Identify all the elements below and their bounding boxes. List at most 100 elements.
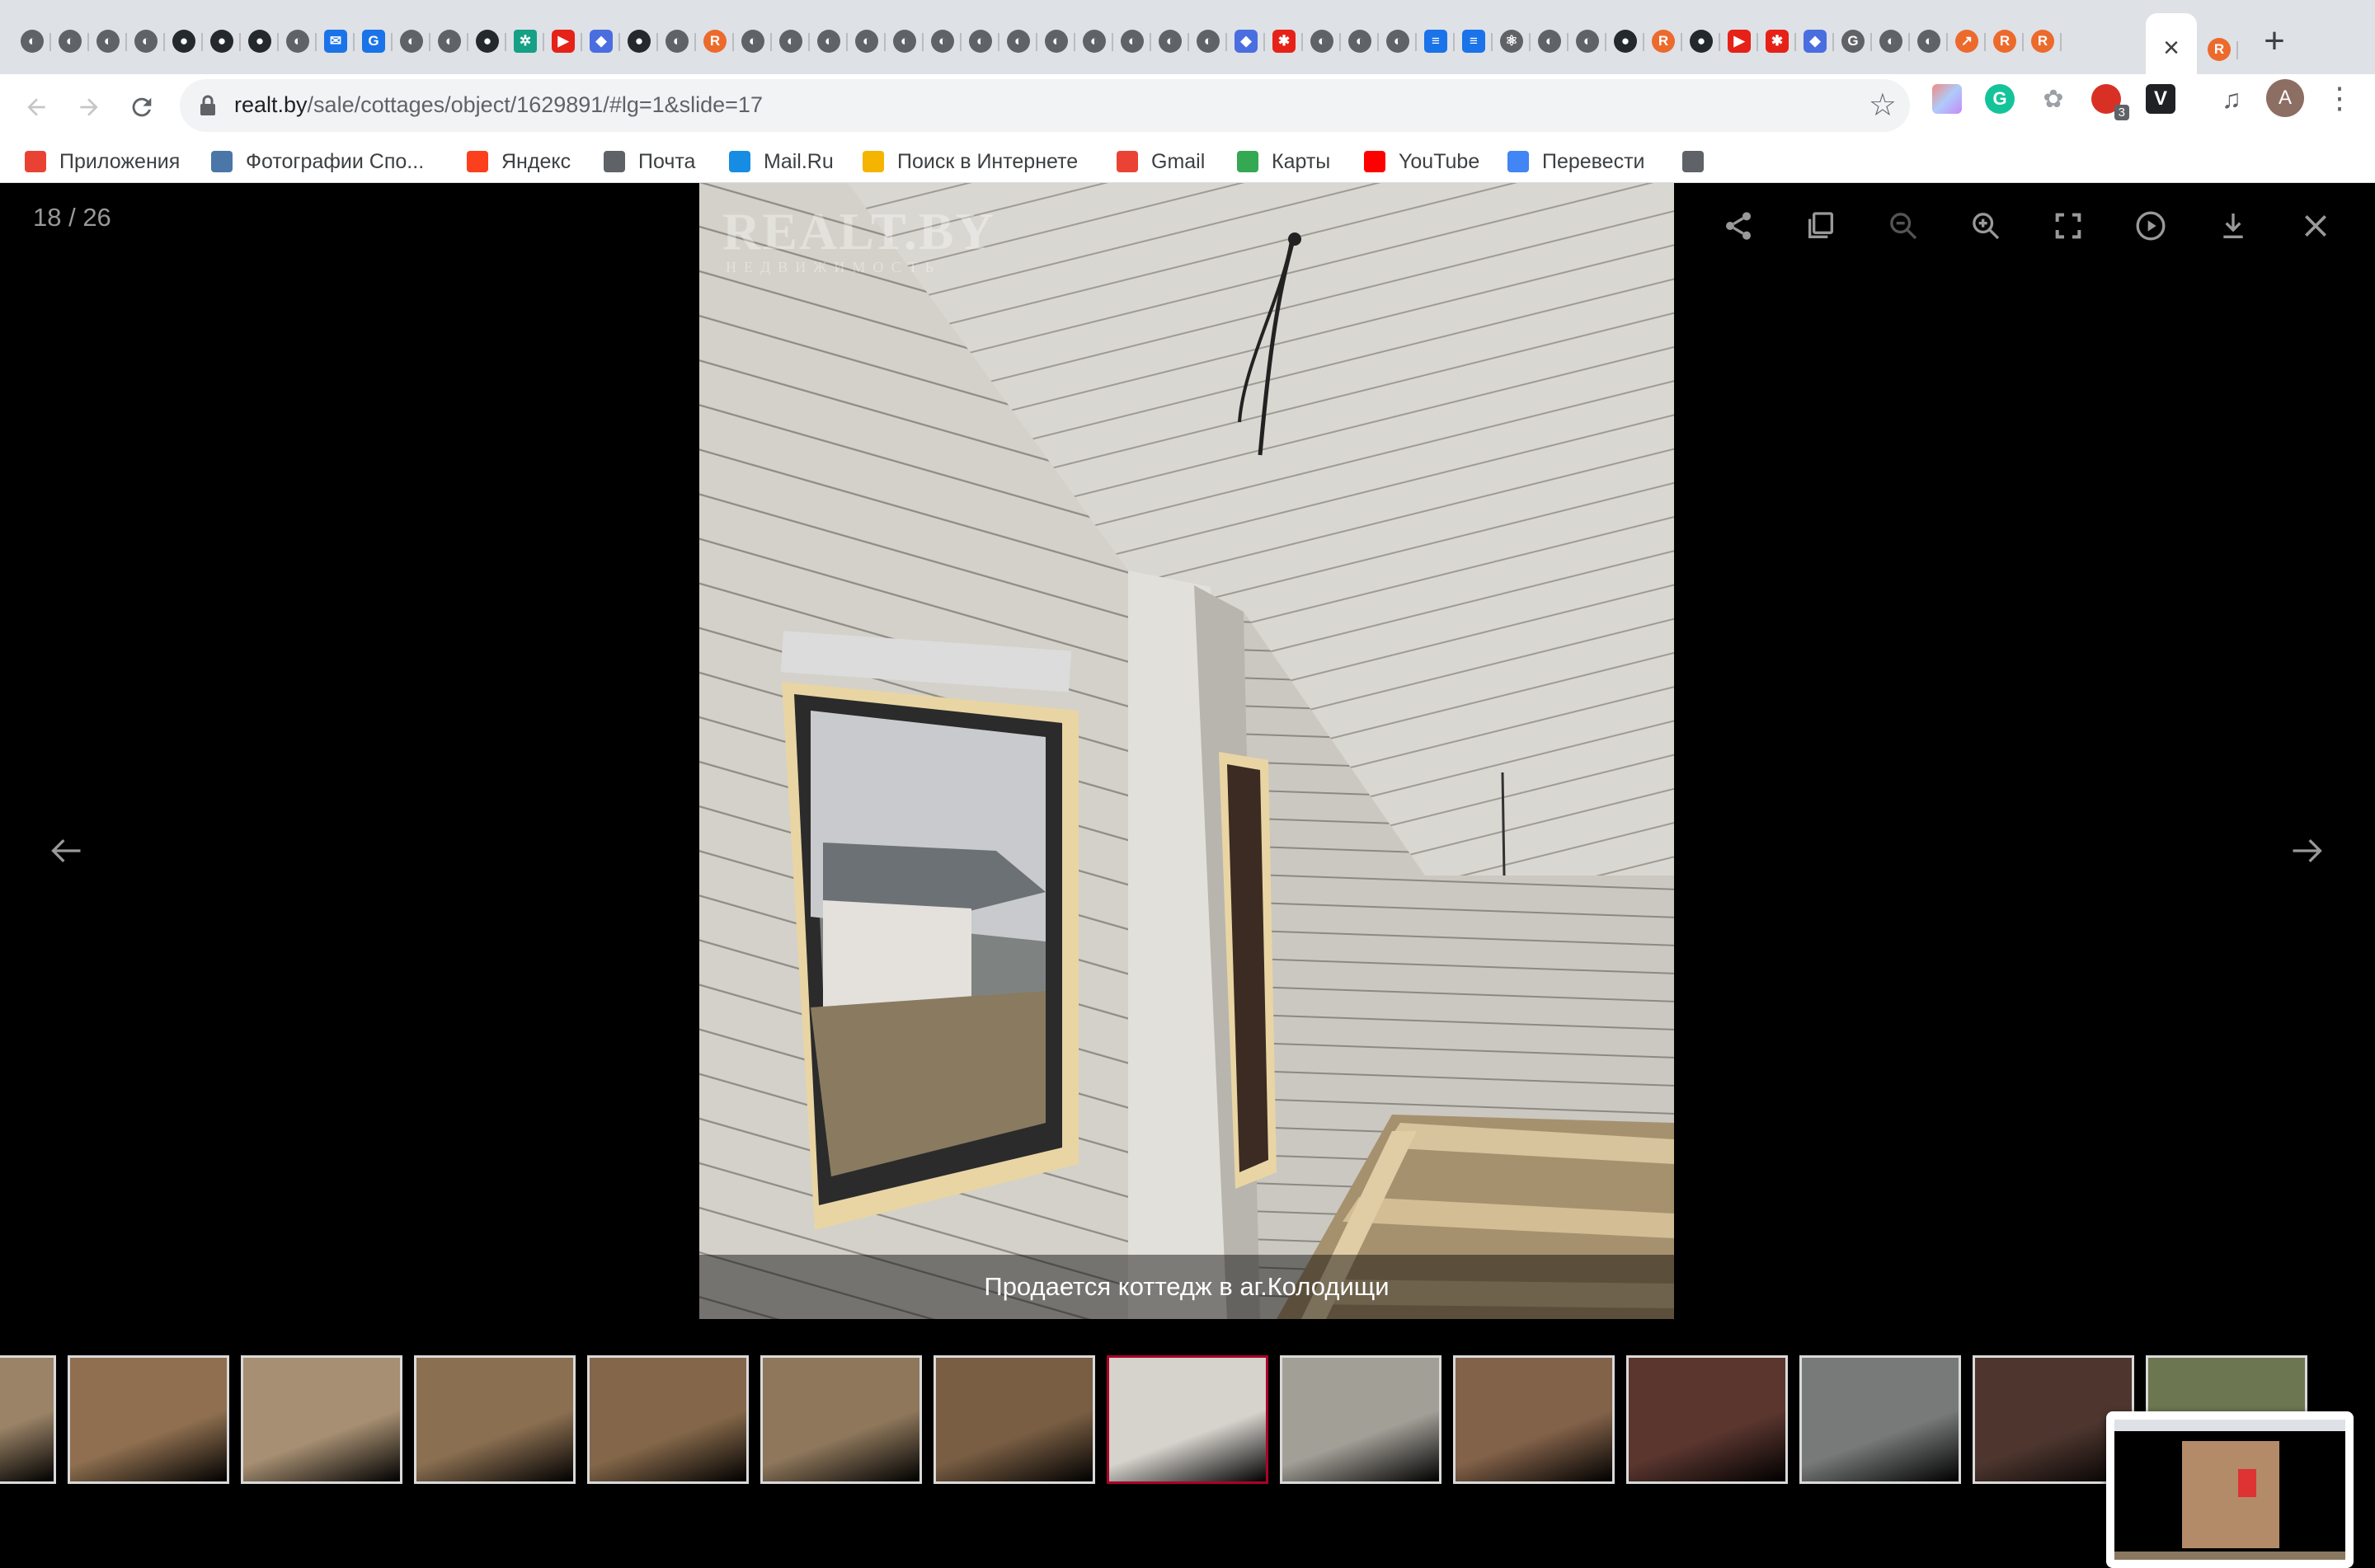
adblock-icon[interactable]: 3 (2091, 84, 2129, 120)
tab[interactable]: R (2200, 30, 2238, 69)
tab[interactable]: ◐ (279, 21, 317, 61)
tab[interactable]: ◐ (886, 21, 924, 61)
tab[interactable]: ◐ (1189, 21, 1227, 61)
tab[interactable]: ▶ (544, 21, 582, 61)
next-slide-button[interactable] (2278, 826, 2335, 876)
tab[interactable]: ◐ (772, 21, 810, 61)
bookmark-star-icon[interactable]: ☆ (1869, 89, 1897, 122)
bookmark-item[interactable]: Mail.Ru (729, 147, 834, 176)
forward-button[interactable] (64, 82, 114, 132)
tab[interactable]: ● (1606, 21, 1644, 61)
bookmark-item[interactable]: Фотографии Спо... (211, 147, 424, 176)
v-extension-icon[interactable]: V (2146, 84, 2175, 114)
tab[interactable]: ≡ (1417, 21, 1455, 61)
bookmark-item[interactable]: Яндекс (467, 147, 571, 176)
tab[interactable]: ● (1682, 21, 1720, 61)
tab[interactable]: ◆ (582, 21, 620, 61)
tab[interactable]: ● (241, 21, 279, 61)
fullscreen-button[interactable] (2027, 200, 2109, 252)
bookmark-item[interactable] (1682, 147, 1717, 176)
avatar[interactable]: A (2266, 79, 2304, 117)
tab[interactable]: ◐ (1113, 21, 1151, 61)
media-controls-icon[interactable]: ♫ (2217, 84, 2246, 114)
tab[interactable]: ◐ (13, 21, 51, 61)
tab[interactable]: G (355, 21, 393, 61)
tab[interactable]: ◐ (393, 21, 430, 61)
tab[interactable]: ◐ (734, 21, 772, 61)
copy-button[interactable] (1780, 200, 1862, 252)
tab[interactable]: ◐ (1151, 21, 1189, 61)
bookmark-item[interactable]: Поиск в Интернете (863, 147, 1078, 176)
tab[interactable]: ◐ (810, 21, 848, 61)
tab[interactable]: R (696, 21, 734, 61)
bookmark-item[interactable]: Gmail (1117, 147, 1205, 176)
thumbnail[interactable] (241, 1355, 402, 1484)
close-tab-icon[interactable]: × (2163, 32, 2180, 64)
share-button[interactable] (1697, 200, 1780, 252)
tab[interactable]: ▶ (1720, 21, 1758, 61)
bookmark-item[interactable]: Почта (604, 147, 695, 176)
thumbnail[interactable] (760, 1355, 922, 1484)
tab[interactable]: ◐ (1341, 21, 1379, 61)
tab[interactable]: ✉ (317, 21, 355, 61)
tab[interactable]: ◐ (658, 21, 696, 61)
thumbnail[interactable] (934, 1355, 1095, 1484)
tab[interactable]: ◐ (89, 21, 127, 61)
tab[interactable]: ● (468, 21, 506, 61)
close-lightbox-button[interactable] (2274, 200, 2357, 252)
thumbnail[interactable] (68, 1355, 229, 1484)
bookmark-item[interactable]: Карты (1237, 147, 1330, 176)
tab[interactable]: ✱ (1265, 21, 1303, 61)
new-tab-button[interactable]: + (2251, 18, 2297, 64)
extension-gradient-icon[interactable] (1932, 84, 1962, 114)
tab[interactable]: G (1834, 21, 1872, 61)
tab[interactable]: R (1986, 21, 2024, 61)
tab[interactable]: ● (203, 21, 241, 61)
tab[interactable]: ● (165, 21, 203, 61)
bookmark-item[interactable]: Приложения (25, 147, 180, 176)
tab[interactable]: ◐ (1075, 21, 1113, 61)
tab[interactable]: ◐ (1037, 21, 1075, 61)
autoplay-button[interactable] (2109, 200, 2192, 252)
thumbnail[interactable] (1626, 1355, 1788, 1484)
thumbnail[interactable] (1799, 1355, 1961, 1484)
tab[interactable]: ◆ (1227, 21, 1265, 61)
paw-extension-icon[interactable]: ✿ (2039, 84, 2068, 114)
download-button[interactable] (2192, 200, 2274, 252)
browser-menu-icon[interactable]: ⋮ (2325, 79, 2354, 117)
active-thumbnail[interactable] (1107, 1355, 1268, 1484)
tab[interactable]: ◆ (1796, 21, 1834, 61)
tab[interactable]: ◐ (430, 21, 468, 61)
address-bar[interactable]: realt.by/sale/cottages/object/1629891/#l… (180, 79, 1910, 132)
thumbnail[interactable] (414, 1355, 576, 1484)
tab[interactable]: ◐ (1303, 21, 1341, 61)
tab[interactable]: ◐ (848, 21, 886, 61)
tab[interactable]: ● (620, 21, 658, 61)
thumbnail[interactable] (0, 1355, 56, 1484)
gallery-photo[interactable]: REALT.BY НЕДВИЖИМОСТЬ Продается коттедж … (699, 183, 1674, 1319)
screenshot-preview[interactable] (2106, 1411, 2354, 1568)
tab[interactable]: ◐ (962, 21, 999, 61)
thumbnail[interactable] (1280, 1355, 1441, 1484)
thumbnail[interactable] (587, 1355, 749, 1484)
tab[interactable]: ◐ (51, 21, 89, 61)
grammarly-icon[interactable]: G (1985, 84, 2015, 114)
tab[interactable]: ◐ (1531, 21, 1568, 61)
active-tab[interactable]: × (2146, 13, 2197, 82)
tab[interactable]: ◐ (1568, 21, 1606, 61)
back-button[interactable] (12, 82, 61, 132)
zoom-out-button[interactable] (1862, 200, 1945, 252)
previous-slide-button[interactable] (38, 826, 96, 876)
tab[interactable]: ↗ (1948, 21, 1986, 61)
tab[interactable]: ◐ (127, 21, 165, 61)
bookmark-item[interactable]: Перевести (1507, 147, 1645, 176)
zoom-in-button[interactable] (1945, 200, 2027, 252)
tab[interactable]: ✱ (1758, 21, 1796, 61)
tab[interactable]: ✲ (506, 21, 544, 61)
tab[interactable]: R (1644, 21, 1682, 61)
reload-button[interactable] (117, 82, 167, 132)
tab[interactable]: ◐ (1872, 21, 1910, 61)
tab[interactable]: ◐ (999, 21, 1037, 61)
tab[interactable]: ◐ (924, 21, 962, 61)
tab[interactable]: ≡ (1455, 21, 1493, 61)
